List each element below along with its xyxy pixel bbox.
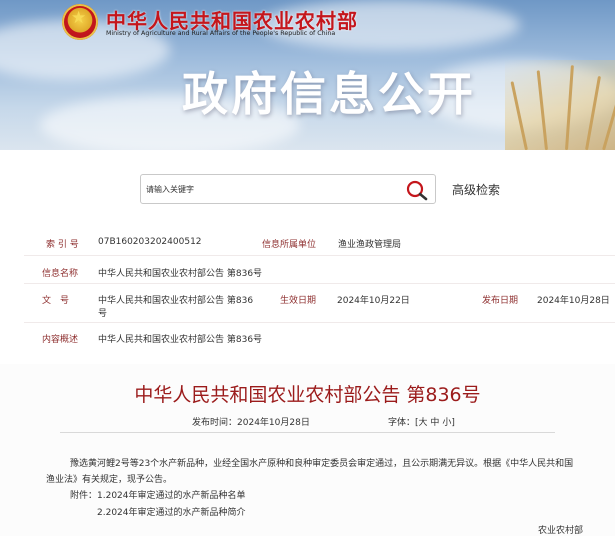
organization-label: 信息所属单位 bbox=[262, 240, 317, 250]
attachment-link[interactable]: 2.2024年审定通过的水产新品种简介 bbox=[97, 508, 246, 518]
document-number-value-line1: 中华人民共和国农业农村部公告 第836 bbox=[98, 296, 254, 306]
publish-time: 发布时间：2024年10月28日 bbox=[192, 415, 310, 428]
organization-value: 渔业渔政管理局 bbox=[338, 240, 402, 250]
wheat-stalk bbox=[536, 70, 548, 150]
attachment-line-2: 2.2024年审定通过的水产新品种简介 bbox=[97, 505, 246, 521]
ministry-name-en: Ministry of Agriculture and Rural Affair… bbox=[106, 30, 336, 37]
search-icon[interactable] bbox=[405, 179, 429, 201]
font-size-small-button[interactable]: 小 bbox=[442, 418, 451, 428]
index-number-value: 07B160203202400512 bbox=[98, 237, 202, 247]
publish-date-value: 2024年10月28日 bbox=[537, 296, 610, 306]
effective-date-value: 2024年10月22日 bbox=[337, 296, 410, 306]
star-icon: ★ bbox=[71, 8, 87, 28]
wheat-stalk bbox=[585, 75, 602, 150]
font-size-large-button[interactable]: 大 bbox=[419, 418, 428, 428]
attachment-link[interactable]: 1.2024年审定通过的水产新品种名单 bbox=[97, 491, 246, 501]
bracket: ] bbox=[451, 418, 455, 428]
advanced-search-link[interactable]: 高级检索 bbox=[452, 181, 500, 198]
info-name-label: 信息名称 bbox=[42, 269, 79, 279]
wheat-stalk bbox=[602, 87, 615, 150]
signature: 农业农村部 bbox=[538, 526, 584, 536]
font-size-label: 字体： bbox=[388, 418, 416, 428]
publish-time-value: 2024年10月28日 bbox=[237, 418, 310, 428]
font-size-switcher: 字体：[大 中 小] bbox=[388, 415, 455, 428]
wheat-stalk bbox=[510, 81, 528, 150]
header-banner: ★ 中华人民共和国农业农村部 Ministry of Agriculture a… bbox=[0, 0, 615, 150]
row-divider bbox=[24, 322, 615, 323]
article-divider bbox=[60, 432, 555, 433]
national-emblem-icon[interactable]: ★ bbox=[62, 4, 98, 40]
search-input[interactable] bbox=[146, 180, 386, 198]
row-divider bbox=[24, 255, 615, 256]
info-name-value: 中华人民共和国农业农村部公告 第836号 bbox=[98, 269, 263, 279]
index-number-label: 索 引 号 bbox=[46, 240, 79, 250]
summary-label: 内容概述 bbox=[42, 335, 79, 345]
wheat-stalk bbox=[565, 65, 574, 150]
paragraph-line: 豫选黄河鲤2号等23个水产新品种，业经全国水产原种和良种审定委员会审定通过，且公… bbox=[70, 459, 574, 469]
banner-title: 政府信息公开 bbox=[182, 67, 476, 121]
wheat-decoration bbox=[505, 60, 615, 150]
publish-time-label: 发布时间： bbox=[192, 418, 238, 428]
font-size-medium-button[interactable]: 中 bbox=[430, 418, 439, 428]
effective-date-label: 生效日期 bbox=[280, 296, 317, 306]
search-box bbox=[140, 174, 436, 204]
article-title: 中华人民共和国农业农村部公告 第836号 bbox=[134, 384, 481, 406]
paragraph-line: 渔业法》有关规定，现予公告。 bbox=[46, 475, 173, 485]
document-number-label: 文 号 bbox=[42, 296, 70, 306]
attachment-label: 附件： bbox=[70, 491, 98, 501]
summary-value: 中华人民共和国农业农村部公告 第836号 bbox=[98, 335, 263, 345]
document-number-value-line2: 号 bbox=[98, 309, 108, 319]
publish-date-label: 发布日期 bbox=[482, 296, 519, 306]
row-divider bbox=[24, 283, 615, 284]
attachment-line-1: 附件：1.2024年审定通过的水产新品种名单 bbox=[70, 488, 246, 504]
